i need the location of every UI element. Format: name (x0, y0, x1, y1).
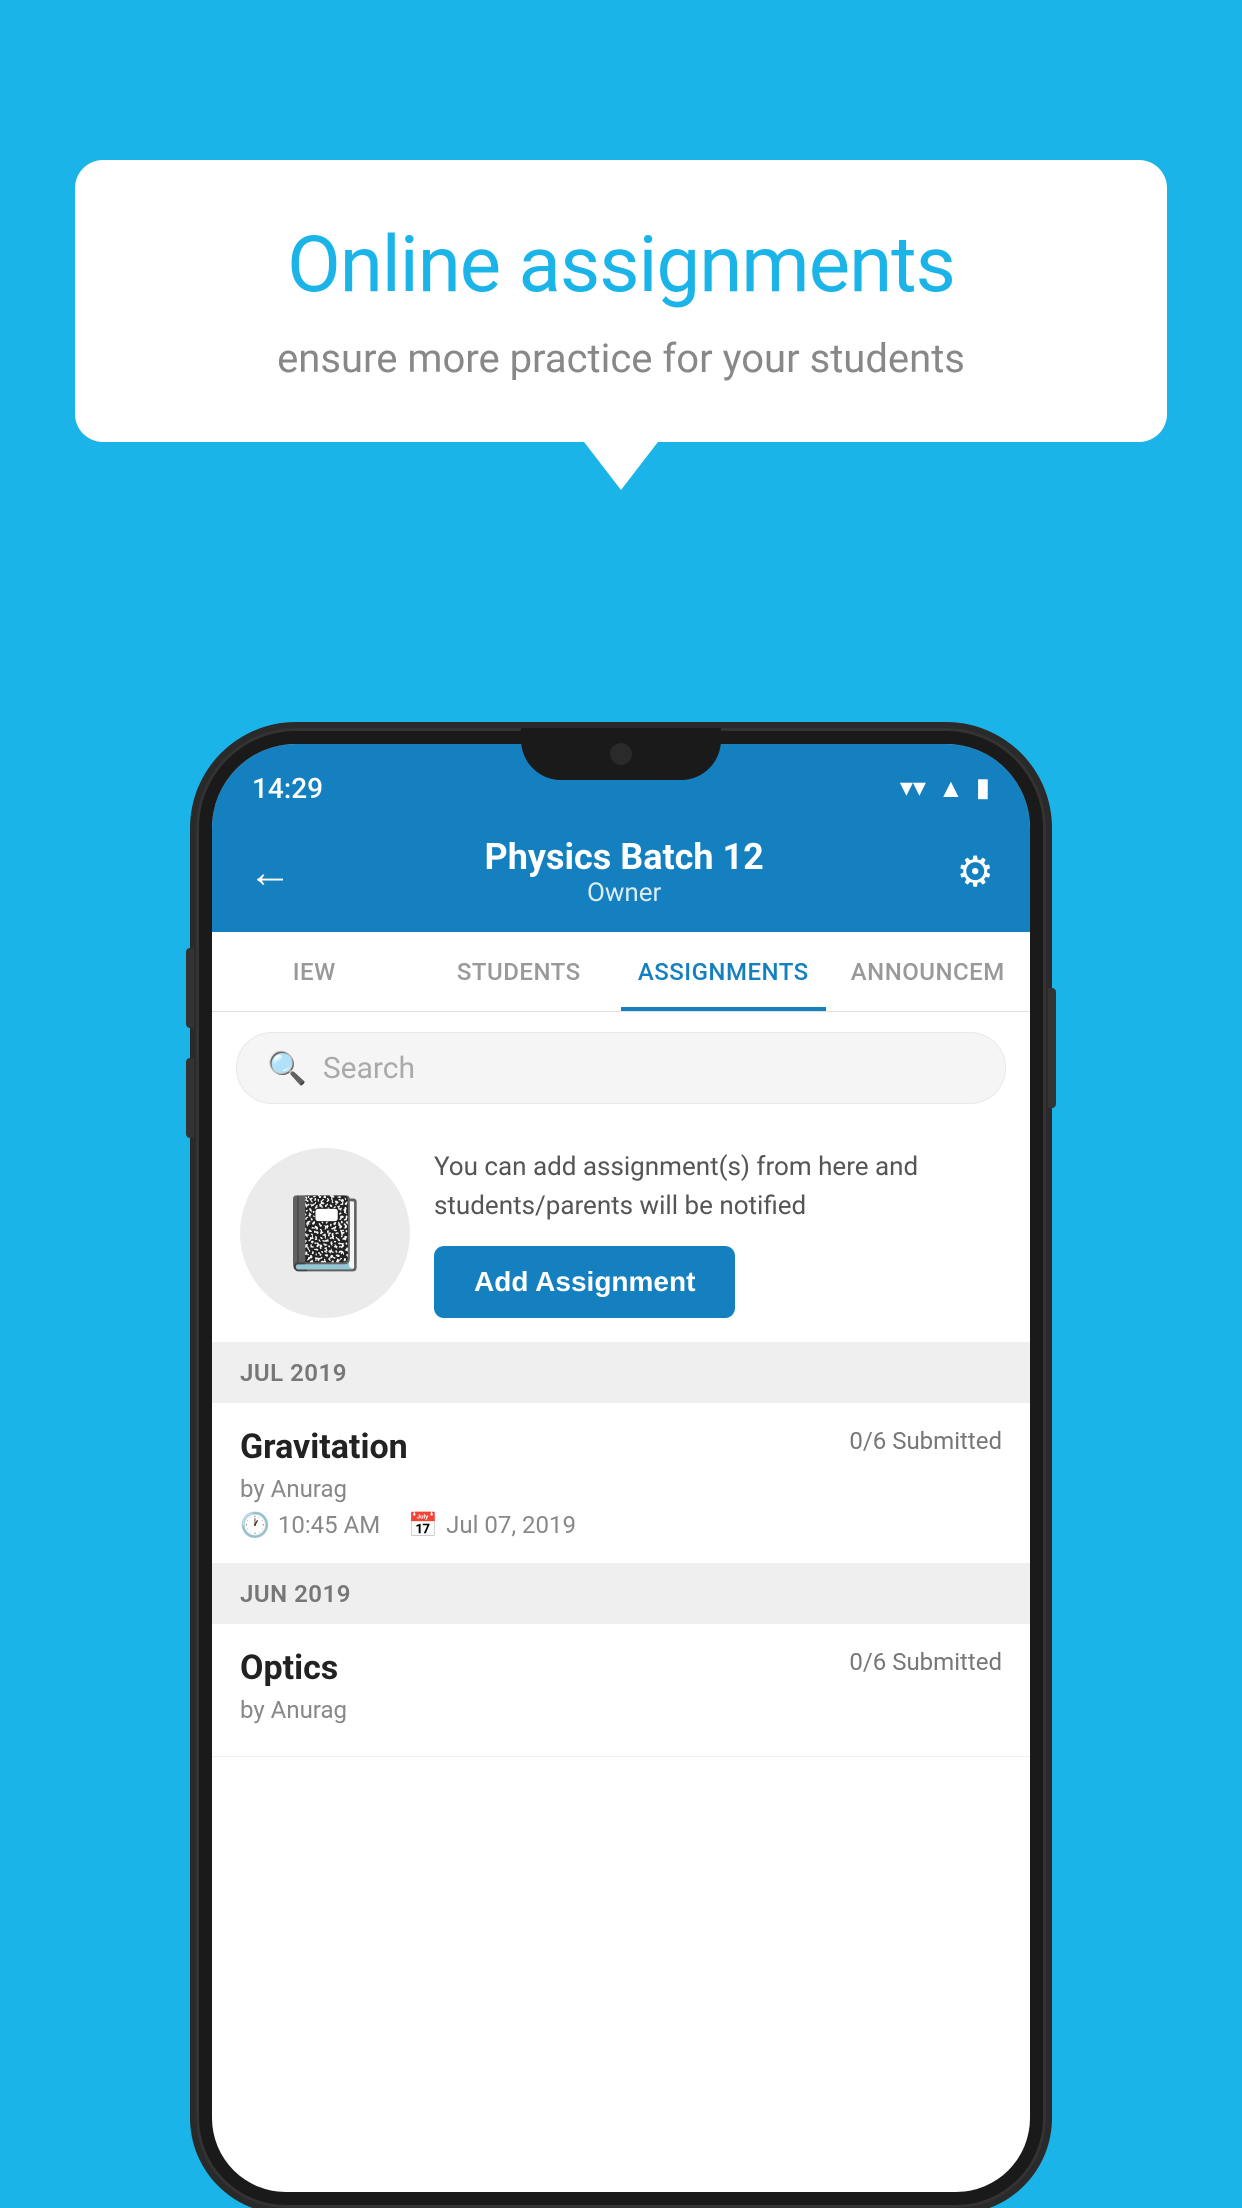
batch-subtitle: Owner (485, 878, 764, 908)
search-placeholder: Search (323, 1051, 415, 1086)
bubble-title: Online assignments (155, 220, 1087, 311)
phone-screen: 14:29 ▾▾ ▲ ▮ ← Physics Batch 12 Owner ⚙ (212, 744, 1030, 2192)
assignment-date: Jul 07, 2019 (446, 1511, 576, 1539)
phone-outer: 14:29 ▾▾ ▲ ▮ ← Physics Batch 12 Owner ⚙ (196, 728, 1046, 2208)
date-item: 📅 Jul 07, 2019 (408, 1511, 576, 1539)
assignment-name: Gravitation (240, 1427, 408, 1467)
assignment-submitted: 0/6 Submitted (849, 1427, 1002, 1455)
time-item: 🕐 10:45 AM (240, 1511, 380, 1539)
add-assignment-button[interactable]: Add Assignment (434, 1246, 735, 1318)
assignment-by-optics: by Anurag (240, 1696, 1002, 1724)
volume-up-button (186, 948, 194, 1028)
header-title-group: Physics Batch 12 Owner (485, 836, 764, 908)
assignment-promo: 📓 You can add assignment(s) from here an… (212, 1124, 1030, 1343)
assignment-submitted-optics: 0/6 Submitted (849, 1648, 1002, 1676)
notebook-icon: 📓 (280, 1191, 370, 1276)
back-button[interactable]: ← (248, 846, 292, 898)
front-camera (610, 743, 632, 765)
assignment-name-optics: Optics (240, 1648, 338, 1688)
signal-icon: ▲ (938, 773, 964, 804)
assignment-item-optics[interactable]: Optics 0/6 Submitted by Anurag (212, 1624, 1030, 1757)
status-time: 14:29 (252, 772, 323, 805)
clock-icon: 🕐 (240, 1511, 270, 1539)
tab-overview[interactable]: IEW (212, 932, 417, 1011)
promo-text-group: You can add assignment(s) from here and … (434, 1148, 1002, 1318)
speech-bubble-section: Online assignments ensure more practice … (75, 160, 1167, 442)
tab-assignments[interactable]: ASSIGNMENTS (621, 932, 826, 1011)
tab-students[interactable]: STUDENTS (417, 932, 622, 1011)
battery-icon: ▮ (976, 773, 990, 803)
wifi-icon: ▾▾ (900, 773, 926, 803)
batch-title: Physics Batch 12 (485, 836, 764, 878)
calendar-icon: 📅 (408, 1511, 438, 1539)
assignment-row-top-optics: Optics 0/6 Submitted (240, 1648, 1002, 1688)
settings-icon[interactable]: ⚙ (956, 847, 994, 897)
status-icons: ▾▾ ▲ ▮ (900, 773, 990, 804)
promo-description: You can add assignment(s) from here and … (434, 1148, 1002, 1226)
screen-content: 🔍 Search 📓 You can add assignment(s) fro… (212, 1012, 1030, 1757)
promo-icon-circle: 📓 (240, 1148, 410, 1318)
phone-frame: 14:29 ▾▾ ▲ ▮ ← Physics Batch 12 Owner ⚙ (196, 728, 1046, 2208)
search-bar[interactable]: 🔍 Search (236, 1032, 1006, 1104)
assignment-by: by Anurag (240, 1475, 1002, 1503)
search-icon: 🔍 (267, 1049, 307, 1087)
tab-announcements[interactable]: ANNOUNCEM (826, 932, 1031, 1011)
bubble-subtitle: ensure more practice for your students (155, 335, 1087, 382)
assignment-time-row: 🕐 10:45 AM 📅 Jul 07, 2019 (240, 1511, 1002, 1539)
volume-down-button (186, 1058, 194, 1138)
assignment-time: 10:45 AM (278, 1511, 380, 1539)
assignment-row-top: Gravitation 0/6 Submitted (240, 1427, 1002, 1467)
section-header-jun: JUN 2019 (212, 1564, 1030, 1624)
section-header-jul: JUL 2019 (212, 1343, 1030, 1403)
speech-bubble-card: Online assignments ensure more practice … (75, 160, 1167, 442)
power-button (1048, 988, 1056, 1108)
app-header: ← Physics Batch 12 Owner ⚙ (212, 812, 1030, 932)
tab-bar: IEW STUDENTS ASSIGNMENTS ANNOUNCEM (212, 932, 1030, 1012)
phone-notch (521, 728, 721, 780)
assignment-item-gravitation[interactable]: Gravitation 0/6 Submitted by Anurag 🕐 10… (212, 1403, 1030, 1564)
